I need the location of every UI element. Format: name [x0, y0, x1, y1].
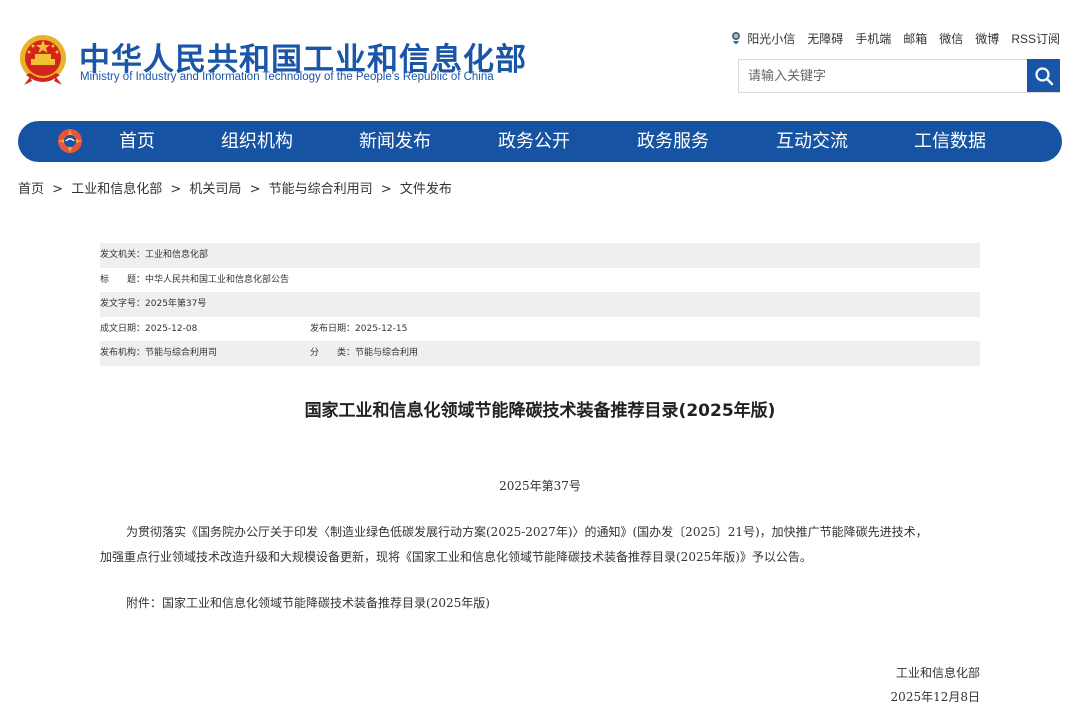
- meta-created-date: 成文日期：2025-12-08: [100, 323, 198, 334]
- toplink-rss[interactable]: RSS订阅: [1011, 30, 1060, 47]
- main-nav: 首页 组织机构 新闻发布 政务公开 政务服务 互动交流 工信数据: [18, 121, 1062, 162]
- paragraph-line: 加强重点行业领域技术改造升级和大规模设备更新，现将《国家工业和信息化领域节能降碳…: [100, 550, 812, 564]
- meta-row-dates: 成文日期：2025-12-08 发布日期：2025-12-15: [100, 317, 980, 342]
- search-button[interactable]: [1027, 59, 1060, 92]
- toplink-accessibility[interactable]: 无障碍: [807, 30, 843, 47]
- nav-gov-affairs[interactable]: 政务公开: [498, 121, 570, 162]
- meta-row-org: 发布机构：节能与综合利用司 分 类：节能与综合利用: [100, 341, 980, 366]
- top-links: 阳光小信 无障碍 手机端 邮箱 微信 微博 RSS订阅: [729, 30, 1060, 47]
- breadcrumb-departments[interactable]: 机关司局: [189, 182, 241, 197]
- nav-organization[interactable]: 组织机构: [221, 121, 293, 162]
- meta-published-date: 发布日期：2025-12-15: [310, 323, 408, 334]
- search-input[interactable]: [739, 60, 1027, 92]
- meta-row-issuer: 发文机关：工业和信息化部: [100, 243, 980, 268]
- nav-home[interactable]: 首页: [119, 121, 155, 162]
- breadcrumb-department[interactable]: 节能与综合利用司: [269, 182, 373, 197]
- article-doc-number: 2025年第37号: [499, 479, 581, 493]
- meta-category: 分 类：节能与综合利用: [310, 348, 419, 358]
- national-emblem-icon[interactable]: [18, 33, 68, 87]
- breadcrumb-ministry[interactable]: 工业和信息化部: [71, 182, 162, 197]
- toplink-mail[interactable]: 邮箱: [903, 30, 927, 47]
- breadcrumb-separator: >: [380, 182, 392, 197]
- paragraph-line: 为贯彻落实《国务院办公厅关于印发〈制造业绿色低碳发展行动方案(2025-2027…: [126, 525, 928, 539]
- article-signer: 工业和信息化部: [895, 666, 980, 680]
- article-attachment[interactable]: 附件：国家工业和信息化领域节能降碳技术装备推荐目录(2025年版): [126, 591, 1006, 616]
- toplink-wechat[interactable]: 微信: [939, 30, 963, 47]
- article-title: 国家工业和信息化领域节能降碳技术装备推荐目录(2025年版): [304, 401, 776, 421]
- document-meta-table: 发文机关：工业和信息化部 标 题：中华人民共和国工业和信息化部公告 发文字号：2…: [100, 243, 980, 366]
- article-paragraph: 为贯彻落实《国务院办公厅关于印发〈制造业绿色低碳发展行动方案(2025-2027…: [100, 520, 980, 570]
- breadcrumb-current[interactable]: 文件发布: [400, 182, 452, 197]
- toplink-label: 阳光小信: [747, 32, 796, 46]
- site-header: 中华人民共和国工业和信息化部 Ministry of Industry and …: [0, 0, 1080, 120]
- meta-issuer: 发文机关：工业和信息化部: [100, 250, 209, 260]
- meta-title: 标 题：中华人民共和国工业和信息化部公告: [100, 274, 290, 285]
- meta-docno: 发文字号：2025年第37号: [100, 299, 207, 309]
- toplink-sunshine[interactable]: 阳光小信: [729, 30, 795, 47]
- nav-news[interactable]: 新闻发布: [359, 121, 431, 162]
- site-subtitle[interactable]: Ministry of Industry and Information Tec…: [80, 71, 494, 83]
- breadcrumb-home[interactable]: 首页: [18, 182, 44, 197]
- search-box: [738, 59, 1060, 93]
- article-sign-date: 2025年12月8日: [890, 690, 980, 704]
- search-icon: [1034, 66, 1053, 85]
- meta-row-title: 标 题：中华人民共和国工业和信息化部公告: [100, 268, 980, 293]
- breadcrumb-separator: >: [170, 182, 182, 197]
- nav-gov-services[interactable]: 政务服务: [637, 121, 709, 162]
- meta-row-docno: 发文字号：2025年第37号: [100, 292, 980, 317]
- ministry-logo-icon[interactable]: [56, 127, 84, 155]
- nav-data[interactable]: 工信数据: [914, 121, 986, 162]
- breadcrumb-separator: >: [249, 182, 261, 197]
- meta-org: 发布机构：节能与综合利用司: [100, 348, 218, 358]
- nav-interaction[interactable]: 互动交流: [776, 121, 848, 162]
- sunshine-icon: [732, 31, 741, 44]
- breadcrumb: 首页 > 工业和信息化部 > 机关司局 > 节能与综合利用司 > 文件发布: [18, 178, 452, 197]
- breadcrumb-separator: >: [52, 182, 64, 197]
- toplink-weibo[interactable]: 微博: [975, 30, 999, 47]
- toplink-mobile[interactable]: 手机端: [855, 30, 891, 47]
